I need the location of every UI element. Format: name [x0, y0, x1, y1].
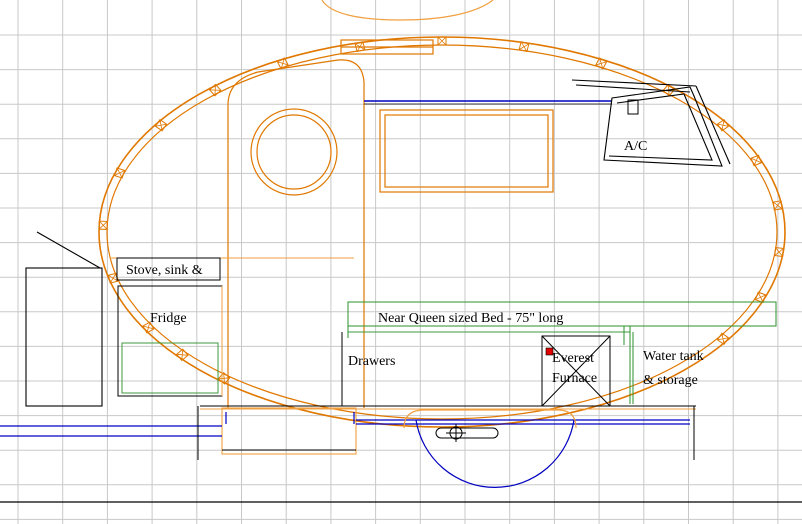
tongue-box — [25, 231, 103, 407]
wheel — [403, 409, 577, 488]
skylight-window — [379, 109, 554, 193]
rib-marker — [175, 348, 189, 362]
rib-marker — [107, 272, 119, 284]
tongue-box-body — [25, 267, 103, 407]
ac-top-line-1 — [571, 79, 697, 87]
rib-marker — [754, 291, 767, 304]
rib-marker-cross — [717, 123, 729, 127]
hub-body — [435, 427, 499, 439]
rib-marker — [208, 83, 222, 97]
ac-body — [603, 86, 723, 167]
wheel-arc — [415, 419, 575, 488]
rib-marker — [154, 118, 168, 132]
water-tank-label-line2: & storage — [643, 373, 698, 388]
rib-marker-cross — [750, 157, 762, 164]
cabin-door — [227, 59, 365, 408]
ac-vent — [627, 99, 639, 115]
rib-marker-cross — [757, 292, 764, 303]
drawers-label: Drawers — [348, 354, 395, 369]
rib-marker-cross — [159, 119, 163, 131]
trailer-shell — [98, 36, 786, 428]
skylight-inner — [384, 114, 549, 188]
floor-frame — [200, 405, 696, 455]
galley-label: Stove, sink & — [126, 263, 203, 278]
ac-label: A/C — [624, 139, 647, 154]
rib-marker — [98, 220, 108, 230]
water-tank-label-line1: Water tank — [643, 349, 704, 364]
rib-marker — [750, 154, 763, 167]
roof-vent-outline — [321, 0, 494, 21]
rib-marker — [437, 36, 447, 46]
door-outline — [227, 59, 365, 408]
skylight-outer — [379, 109, 554, 193]
rib-marker — [716, 332, 730, 346]
floor-step — [221, 407, 357, 455]
ac-slant — [695, 85, 731, 165]
drawing-grid — [0, 0, 802, 524]
door-window-outer — [250, 108, 338, 196]
fridge-label: Fridge — [150, 311, 187, 326]
rib-marker-cross — [721, 333, 725, 345]
rib-marker — [716, 118, 730, 132]
trailer-floorplan-drawing: A/C Stove, sink & Fridge Near Queen size… — [0, 0, 802, 524]
bed-label: Near Queen sized Bed - 75" long — [378, 311, 563, 326]
drawing-canvas: A/C Stove, sink & Fridge Near Queen size… — [0, 0, 802, 524]
furnace-label-line2: Furnace — [552, 371, 597, 386]
furnace-label-line1: Everest — [552, 351, 594, 366]
ac-unit — [571, 79, 731, 167]
shell-outer — [98, 36, 786, 428]
door-window-inner — [256, 114, 332, 190]
tongue-diagonal — [36, 231, 101, 269]
